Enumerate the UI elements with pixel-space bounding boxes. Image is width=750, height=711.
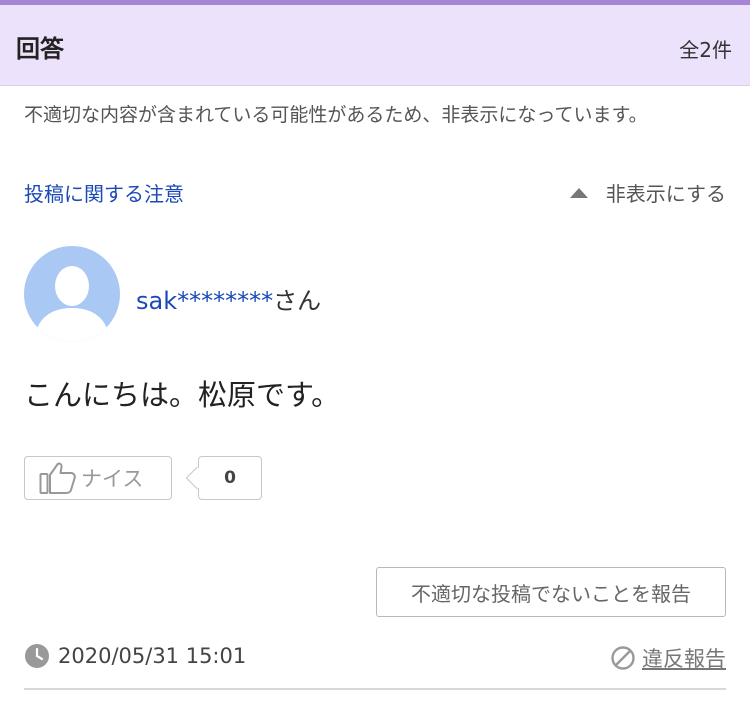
clock-icon <box>25 644 49 668</box>
timestamp-text: 2020/05/31 15:01 <box>58 644 247 668</box>
posting-guidelines-link[interactable]: 投稿に関する注意 <box>24 178 184 207</box>
answer-timestamp: 2020/05/31 15:01 <box>24 643 246 669</box>
author-id[interactable]: sak******** <box>136 287 273 315</box>
answers-header: 回答 全2件 <box>0 5 750 86</box>
header-title: 回答 <box>16 35 64 63</box>
violation-label: 違反報告 <box>642 647 726 671</box>
user-avatar[interactable] <box>24 246 120 342</box>
nice-count-badge: 0 <box>185 456 262 500</box>
hide-toggle-label: 非表示にする <box>605 182 726 206</box>
triangle-up-icon <box>569 187 588 198</box>
answer-author[interactable]: sak******** さん <box>136 281 321 316</box>
answer-count: 全2件 <box>679 38 732 62</box>
violation-report-link[interactable]: 違反報告 <box>610 643 726 673</box>
bottom-divider <box>24 688 726 690</box>
report-not-inappropriate-button[interactable]: 不適切な投稿でないことを報告 <box>376 567 726 617</box>
hide-toggle-button[interactable]: 非表示にする <box>569 178 726 207</box>
default-user-icon <box>24 246 120 342</box>
thumbs-up-icon <box>39 462 76 494</box>
count-pointer <box>185 466 209 490</box>
ban-icon <box>611 646 635 670</box>
nice-label: ナイス <box>81 467 144 491</box>
answer-text: こんにちは。松原です。 <box>24 378 341 412</box>
author-honorific: さん <box>273 287 322 315</box>
hidden-notice: 不適切な内容が含まれている可能性があるため、非表示になっています。 <box>24 104 648 126</box>
nice-button[interactable]: ナイス <box>24 456 172 500</box>
nice-count: 0 <box>224 468 236 488</box>
